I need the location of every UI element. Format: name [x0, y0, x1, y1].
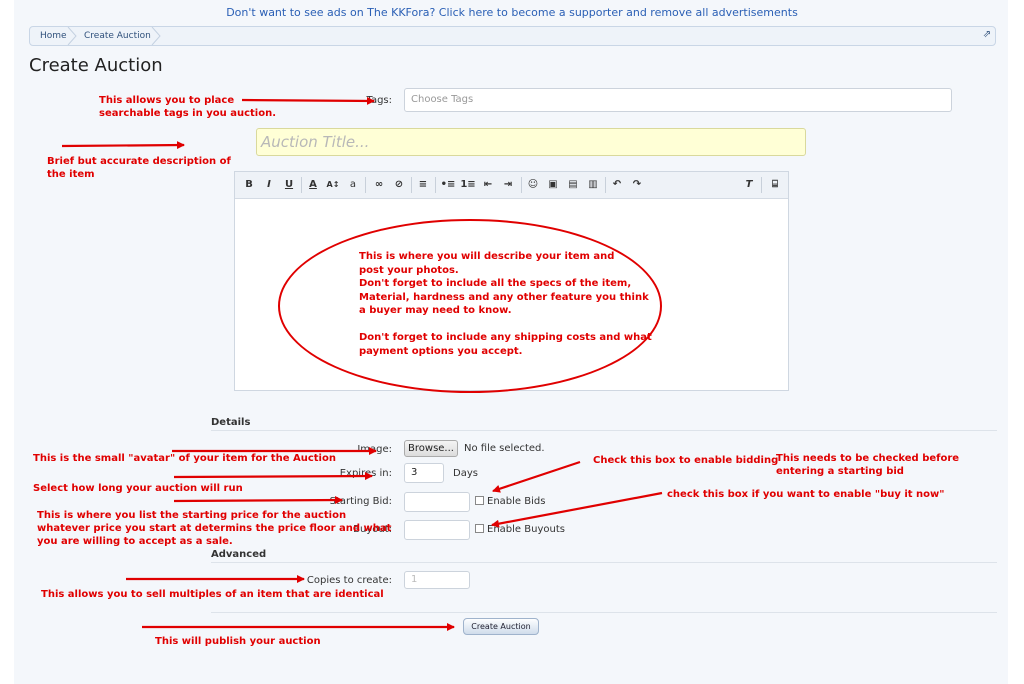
expires-arrow — [173, 472, 373, 481]
title-arrow — [61, 141, 185, 150]
tags-arrow — [241, 96, 375, 105]
enable-bids-arrow — [492, 460, 581, 493]
enable-buyouts-arrow — [491, 491, 663, 528]
starting-bid-arrow — [173, 496, 343, 505]
annotation-arrows — [61, 96, 663, 631]
